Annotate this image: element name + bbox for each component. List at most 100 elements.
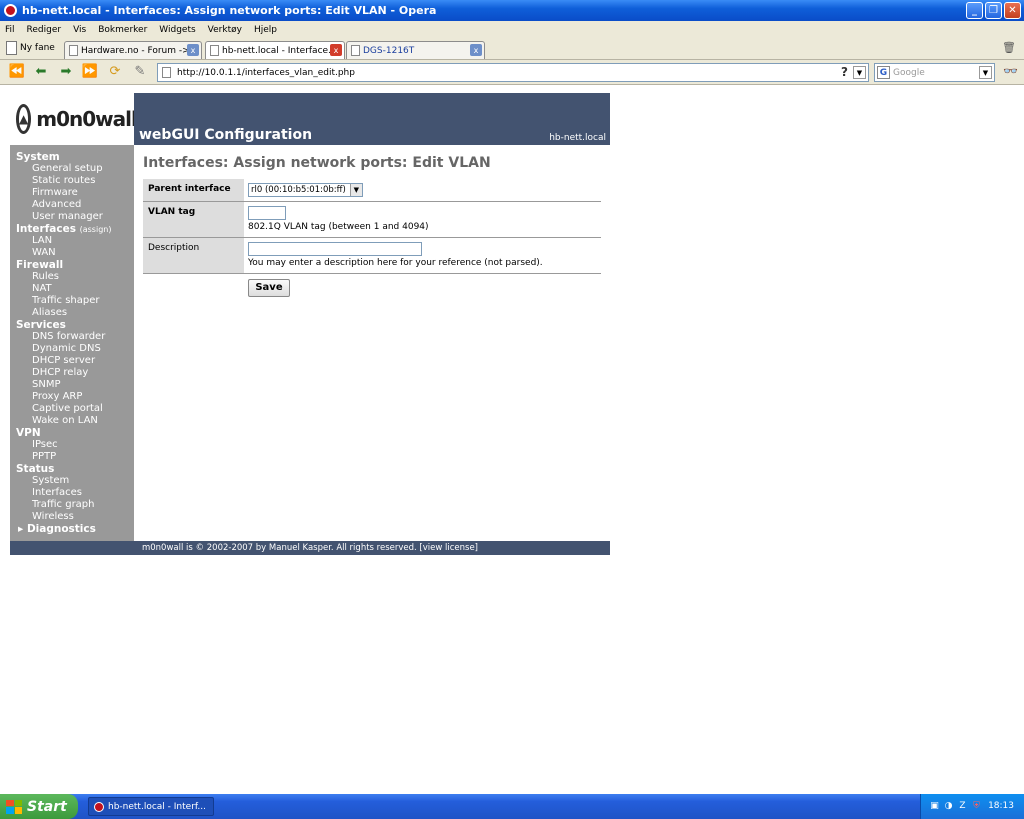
page-content: ▲ m0n0wall webGUI Configuration hb-nett.… — [0, 86, 1024, 794]
nav-item-wake-on-lan[interactable]: Wake on LAN — [10, 415, 134, 427]
nav-section-status: Status — [16, 463, 55, 475]
description-input[interactable] — [248, 242, 422, 256]
sync-icon[interactable]: ◑ — [943, 801, 954, 812]
tab-bar: Ny fane Hardware.no - Forum ->... x hb-n… — [0, 38, 1024, 60]
close-button[interactable]: ✕ — [1004, 2, 1021, 19]
nav-section-interfaces-label: Interfaces — [16, 223, 76, 235]
logo-text: m0n0wall — [36, 107, 138, 131]
parent-interface-select[interactable]: rl0 (00:10:b5:01:0b:ff) ▼ — [248, 183, 363, 197]
nav-item-ipsec[interactable]: IPsec — [10, 439, 134, 451]
save-button[interactable]: Save — [248, 279, 290, 297]
reload-icon[interactable]: ⟳ — [106, 64, 124, 80]
trash-icon[interactable]: 🗑 — [1002, 41, 1016, 54]
nav-item-user-manager[interactable]: User manager — [10, 211, 134, 223]
nav-section-system: System — [16, 151, 60, 163]
nav-item-wan[interactable]: WAN — [10, 247, 134, 259]
page-icon — [6, 41, 17, 55]
nav-item-captive-portal[interactable]: Captive portal — [10, 403, 134, 415]
new-tab-button[interactable]: Ny fane — [6, 41, 55, 55]
nav-item-pptp[interactable]: PPTP — [10, 451, 134, 463]
description-help: You may enter a description here for you… — [248, 258, 543, 268]
sidebar-nav: System General setup Static routes Firmw… — [10, 145, 134, 541]
chevron-down-icon[interactable]: ▼ — [349, 184, 362, 196]
menu-hjelp[interactable]: Hjelp — [254, 25, 277, 35]
network-icon[interactable]: ▣ — [929, 801, 940, 812]
nav-item-proxy-arp[interactable]: Proxy ARP — [10, 391, 134, 403]
nav-section-diagnostics[interactable]: ▸ Diagnostics — [10, 523, 134, 535]
nav-item-snmp[interactable]: SNMP — [10, 379, 134, 391]
address-toolbar: ⏪ ⬅ ➡ ⏩ ⟳ ✎ http://10.0.1.1/interfaces_v… — [0, 60, 1024, 85]
menu-fil[interactable]: Fil — [5, 25, 15, 35]
rewind-icon[interactable]: ⏪ — [8, 64, 26, 80]
zonealarm-icon[interactable]: Z — [957, 801, 968, 812]
task-label: hb-nett.local - Interf... — [108, 801, 206, 812]
description-label: Description — [143, 238, 244, 273]
window-title: hb-nett.local - Interfaces: Assign netwo… — [22, 4, 437, 17]
nav-item-status-interfaces[interactable]: Interfaces — [10, 487, 134, 499]
search-field[interactable]: G Google ▼ — [874, 63, 995, 82]
nav-item-lan[interactable]: LAN — [10, 235, 134, 247]
url-text: http://10.0.1.1/interfaces_vlan_edit.php — [177, 67, 355, 78]
edit-icon[interactable]: ✎ — [131, 64, 149, 80]
close-tab-icon[interactable]: x — [330, 44, 342, 56]
main-content: Interfaces: Assign network ports: Edit V… — [134, 145, 610, 541]
menu-widgets[interactable]: Widgets — [159, 25, 195, 35]
nav-section-interfaces: Interfaces (assign) — [10, 223, 134, 235]
nav-assign-link[interactable]: (assign) — [80, 225, 112, 234]
view-icon[interactable]: 👓 — [1003, 64, 1018, 78]
menu-rediger[interactable]: Rediger — [27, 25, 62, 35]
tab-label: hb-nett.local - Interface... — [222, 45, 337, 56]
nav-item-dynamic-dns[interactable]: Dynamic DNS — [10, 343, 134, 355]
nav-item-status-system[interactable]: System — [10, 475, 134, 487]
nav-item-rules[interactable]: Rules — [10, 271, 134, 283]
nav-item-general-setup[interactable]: General setup — [10, 163, 134, 175]
tab-hb-nett[interactable]: hb-nett.local - Interface... x — [205, 41, 345, 59]
header-title: webGUI Configuration — [139, 127, 313, 143]
vlan-tag-label: VLAN tag — [143, 202, 244, 237]
page-icon — [210, 45, 219, 56]
maximize-button[interactable]: ❐ — [985, 2, 1002, 19]
nav-section-vpn: VPN — [16, 427, 41, 439]
tab-label: Hardware.no - Forum ->... — [81, 45, 199, 56]
nav-item-traffic-graph[interactable]: Traffic graph — [10, 499, 134, 511]
shield-icon[interactable]: ⛨ — [971, 801, 982, 812]
triangle-right-icon: ▸ — [18, 523, 24, 535]
vlan-tag-input[interactable] — [248, 206, 286, 220]
nav-item-aliases[interactable]: Aliases — [10, 307, 134, 319]
address-field[interactable]: http://10.0.1.1/interfaces_vlan_edit.php… — [157, 63, 869, 82]
tab-dgs[interactable]: DGS-1216T x — [346, 41, 485, 59]
nav-section-firewall: Firewall — [16, 259, 64, 271]
menu-bokmerker[interactable]: Bokmerker — [98, 25, 147, 35]
minimize-button[interactable]: _ — [966, 2, 983, 19]
menu-verktoy[interactable]: Verktøy — [208, 25, 242, 35]
vlan-form: Parent interface rl0 (00:10:b5:01:0b:ff)… — [143, 179, 601, 274]
nav-item-firmware[interactable]: Firmware — [10, 187, 134, 199]
nav-item-static-routes[interactable]: Static routes — [10, 175, 134, 187]
nav-item-wireless[interactable]: Wireless — [10, 511, 134, 523]
nav-item-dns-forwarder[interactable]: DNS forwarder — [10, 331, 134, 343]
back-icon[interactable]: ⬅ — [32, 64, 50, 80]
parent-interface-label: Parent interface — [143, 179, 244, 201]
nav-item-nat[interactable]: NAT — [10, 283, 134, 295]
nav-item-dhcp-relay[interactable]: DHCP relay — [10, 367, 134, 379]
chevron-down-icon[interactable]: ▼ — [853, 66, 866, 79]
fast-forward-icon[interactable]: ⏩ — [81, 64, 99, 80]
chevron-down-icon[interactable]: ▼ — [979, 66, 992, 79]
help-icon[interactable]: ? — [841, 65, 848, 79]
nav-item-dhcp-server[interactable]: DHCP server — [10, 355, 134, 367]
nav-item-traffic-shaper[interactable]: Traffic shaper — [10, 295, 134, 307]
menu-vis[interactable]: Vis — [73, 25, 86, 35]
tab-label: DGS-1216T — [363, 45, 415, 56]
close-tab-icon[interactable]: x — [470, 44, 482, 56]
forward-icon[interactable]: ➡ — [57, 64, 75, 80]
start-button[interactable]: Start — [0, 794, 78, 819]
nav-item-advanced[interactable]: Advanced — [10, 199, 134, 211]
taskbar: Start hb-nett.local - Interf... ▣ ◑ Z ⛨ … — [0, 794, 1024, 819]
form-row-vlan-tag: VLAN tag 802.1Q VLAN tag (between 1 and … — [143, 202, 601, 238]
vlan-tag-help: 802.1Q VLAN tag (between 1 and 4094) — [248, 222, 429, 232]
close-tab-icon[interactable]: x — [187, 44, 199, 56]
tab-hardware[interactable]: Hardware.no - Forum ->... x — [64, 41, 202, 59]
page-icon — [69, 45, 78, 56]
monowall-logo[interactable]: ▲ m0n0wall — [10, 93, 138, 145]
taskbar-item-opera[interactable]: hb-nett.local - Interf... — [88, 797, 214, 816]
